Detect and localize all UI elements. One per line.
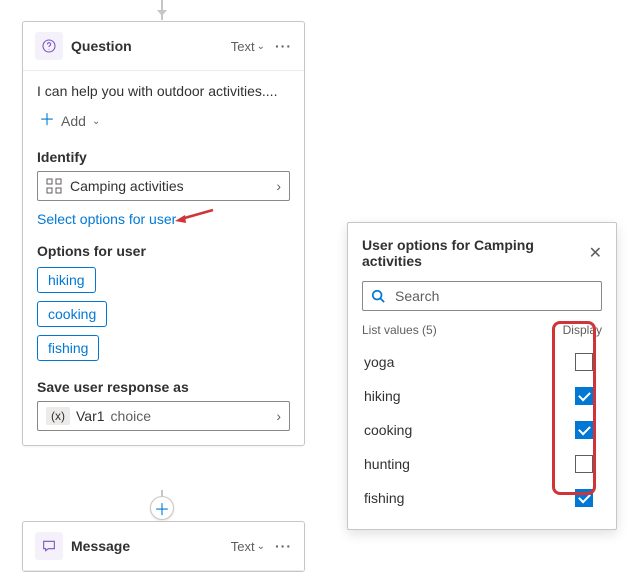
question-description: I can help you with outdoor activities..…: [37, 83, 290, 99]
list-item: cooking: [362, 413, 602, 447]
save-response-label: Save user response as: [37, 379, 290, 395]
display-checkbox[interactable]: [575, 455, 593, 473]
message-card-header: Message Text ⌄ ···: [23, 522, 304, 571]
connector-top: [161, 0, 163, 20]
list-item-label: fishing: [364, 490, 575, 506]
list-header: List values (5) Display: [362, 323, 602, 337]
add-node-button[interactable]: ＋: [150, 496, 174, 520]
more-menu[interactable]: ···: [275, 38, 292, 54]
plus-icon: ＋: [39, 113, 55, 129]
variable-name: Var1: [76, 408, 105, 424]
select-options-link[interactable]: Select options for user: [37, 211, 290, 227]
options-list: yoga hiking cooking hunting fishing: [362, 345, 602, 515]
display-header: Display: [563, 323, 602, 337]
search-icon: [371, 289, 385, 303]
options-section-label: Options for user: [37, 243, 290, 259]
panel-header: User options for Camping activities ✕: [362, 237, 602, 269]
question-type-dropdown[interactable]: Text ⌄: [231, 39, 265, 54]
panel-title: User options for Camping activities: [362, 237, 589, 269]
variable-icon: (x): [46, 407, 70, 425]
list-item-label: cooking: [364, 422, 575, 438]
question-card-header: Question Text ⌄ ···: [23, 22, 304, 71]
question-body: I can help you with outdoor activities..…: [23, 71, 304, 445]
list-item: hunting: [362, 447, 602, 481]
more-menu[interactable]: ···: [275, 538, 292, 554]
question-title: Question: [71, 38, 231, 54]
identify-section-label: Identify: [37, 149, 290, 165]
list-item: yoga: [362, 345, 602, 379]
list-item: hiking: [362, 379, 602, 413]
message-type-label: Text: [231, 539, 255, 554]
display-checkbox[interactable]: [575, 387, 593, 405]
question-card: Question Text ⌄ ··· I can help you with …: [22, 21, 305, 446]
add-button[interactable]: ＋ Add ⌄: [37, 109, 102, 133]
chevron-down-icon: ⌄: [257, 41, 265, 52]
list-item-label: hunting: [364, 456, 575, 472]
option-chips: hiking cooking fishing: [37, 267, 290, 361]
chevron-down-icon: ⌄: [257, 541, 265, 552]
entity-icon: [46, 178, 62, 194]
message-icon: [35, 532, 63, 560]
user-options-panel: User options for Camping activities ✕ Li…: [347, 222, 617, 530]
option-chip[interactable]: hiking: [37, 267, 96, 293]
question-icon: [35, 32, 63, 60]
question-type-label: Text: [231, 39, 255, 54]
message-type-dropdown[interactable]: Text ⌄: [231, 539, 265, 554]
chevron-down-icon: ⌄: [92, 116, 100, 127]
identify-value: Camping activities: [70, 178, 276, 194]
message-card: Message Text ⌄ ···: [22, 521, 305, 572]
close-button[interactable]: ✕: [589, 243, 602, 263]
option-chip[interactable]: cooking: [37, 301, 107, 327]
identify-select[interactable]: Camping activities ›: [37, 171, 290, 201]
display-checkbox[interactable]: [575, 353, 593, 371]
add-label: Add: [61, 113, 86, 129]
variable-type: choice: [111, 408, 151, 424]
chevron-right-icon: ›: [276, 408, 281, 424]
display-checkbox[interactable]: [575, 421, 593, 439]
list-item-label: yoga: [364, 354, 575, 370]
list-item-label: hiking: [364, 388, 575, 404]
message-title: Message: [71, 538, 231, 554]
variable-select[interactable]: (x) Var1 choice ›: [37, 401, 290, 431]
list-item: fishing: [362, 481, 602, 515]
list-count: List values (5): [362, 323, 563, 337]
search-input-wrapper[interactable]: [362, 281, 602, 311]
chevron-right-icon: ›: [276, 178, 281, 194]
search-input[interactable]: [393, 287, 593, 305]
display-checkbox[interactable]: [575, 489, 593, 507]
option-chip[interactable]: fishing: [37, 335, 99, 361]
